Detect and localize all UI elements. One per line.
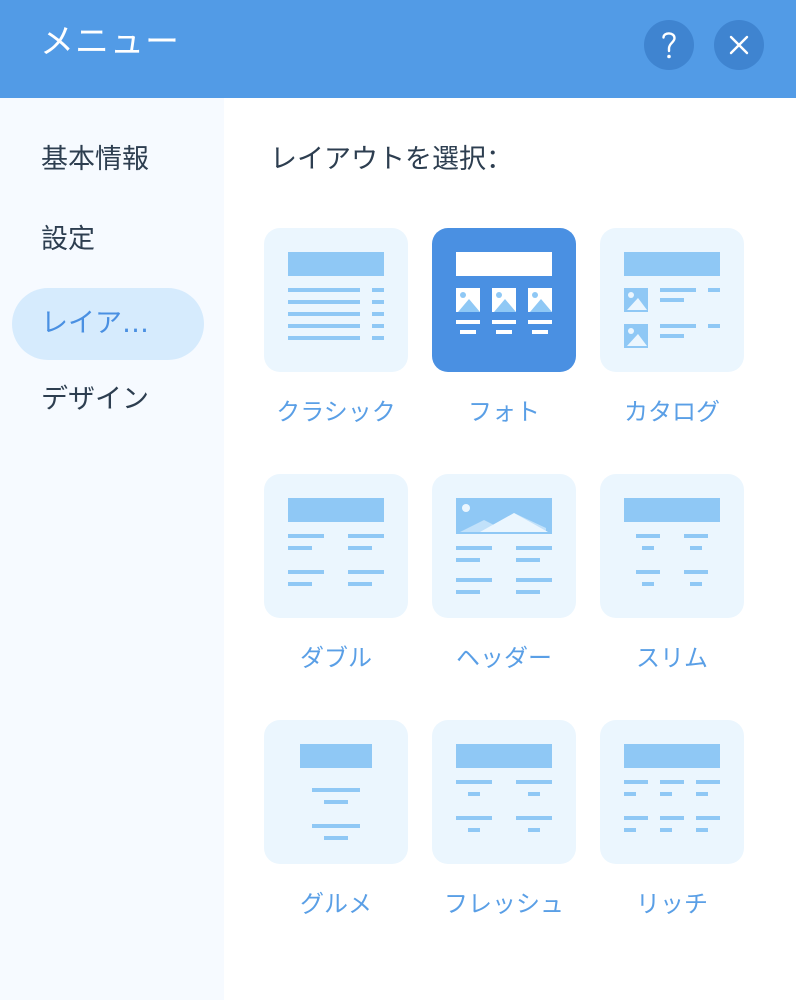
sidebar-item-settings[interactable]: 設定 [12, 204, 204, 276]
sidebar: 基本情報 設定 レイア… デザイン [0, 98, 224, 1000]
layout-card-header[interactable] [432, 474, 576, 618]
menu-header: メニュー [0, 0, 796, 98]
sidebar-item-basic-info[interactable]: 基本情報 [12, 124, 204, 196]
layout-prompt: レイアウトを選択： [270, 144, 513, 175]
header-layout-icon [456, 498, 552, 594]
slim-layout-icon [624, 498, 720, 586]
gourmet-layout-icon [300, 744, 372, 840]
sidebar-item-design[interactable]: デザイン [12, 364, 204, 436]
menu-title: メニュー [40, 22, 180, 62]
layout-label-slim: スリム [636, 644, 708, 672]
fresh-layout-icon [456, 744, 552, 832]
sidebar-item-layout[interactable]: レイア… [12, 288, 204, 360]
layout-card-photo[interactable] [432, 228, 576, 372]
layout-label-catalog: カタログ [624, 398, 720, 426]
layout-card-rich[interactable] [600, 720, 744, 864]
layout-panel: レイアウトを選択： クラシック フォト カタログ ダブル ヘッダー スリム グル… [224, 98, 796, 1000]
layout-card-catalog[interactable] [600, 228, 744, 372]
rich-layout-icon [624, 744, 720, 832]
layout-card-slim[interactable] [600, 474, 744, 618]
layout-card-gourmet[interactable] [264, 720, 408, 864]
double-layout-icon [288, 498, 384, 586]
close-icon [729, 35, 749, 55]
layout-card-double[interactable] [264, 474, 408, 618]
question-mark-icon [662, 32, 676, 59]
layout-card-fresh[interactable] [432, 720, 576, 864]
photo-layout-icon [456, 252, 552, 334]
help-button[interactable] [644, 20, 694, 70]
layout-card-classic[interactable] [264, 228, 408, 372]
classic-layout-icon [288, 252, 384, 340]
catalog-layout-icon [624, 252, 720, 348]
close-button[interactable] [714, 20, 764, 70]
layout-label-rich: リッチ [636, 890, 708, 918]
